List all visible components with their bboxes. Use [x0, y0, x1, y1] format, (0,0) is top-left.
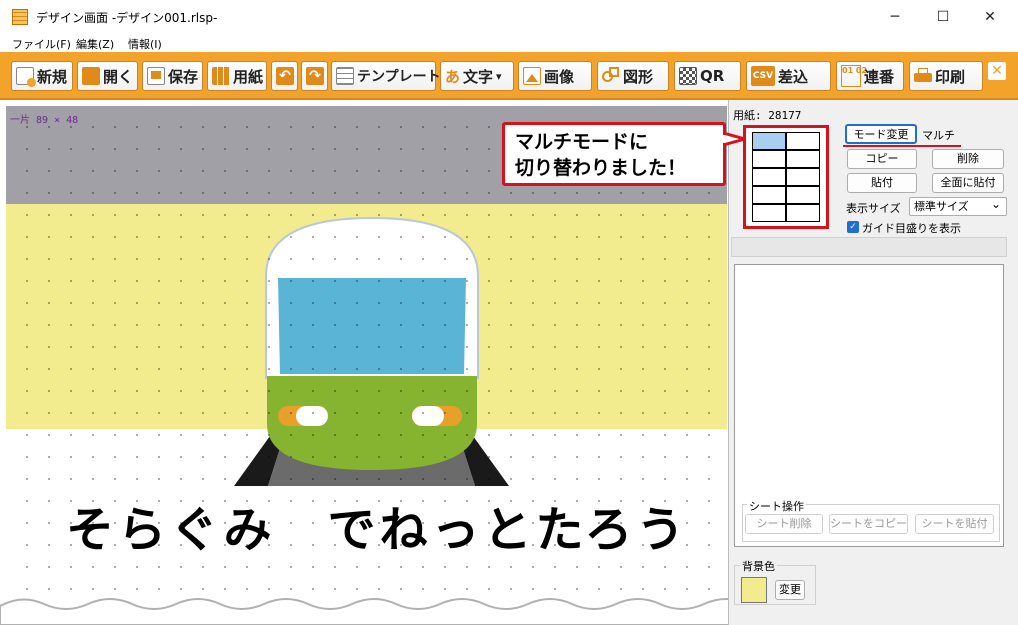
layout-cell[interactable] [752, 150, 786, 168]
copy-button[interactable]: コピー [847, 149, 917, 169]
redo-icon: ↷ [306, 67, 324, 85]
background-color-swatch[interactable] [741, 577, 767, 603]
layout-cell[interactable] [752, 186, 786, 204]
chevron-down-icon: ⌄ [990, 197, 1001, 211]
annotation-callout: マルチモードに 切り替わりました！ [502, 122, 726, 186]
layout-cell[interactable] [786, 150, 820, 168]
mode-highlight-underline [843, 145, 961, 147]
app-icon [12, 9, 28, 25]
paper-grid-icon [212, 67, 230, 85]
mode-change-button[interactable]: モード変更 [845, 124, 917, 144]
canvas-caption-text[interactable]: そらぐみ でねっとたろう [66, 490, 689, 560]
sheet-paste-button[interactable]: シートを貼付 [915, 514, 994, 534]
callout-pointer [723, 131, 745, 147]
display-size-select[interactable]: 標準サイズ ⌄ [909, 197, 1007, 216]
open-button[interactable]: 開く [77, 61, 138, 91]
undo-icon: ↶ [276, 67, 294, 85]
save-button[interactable]: 保存 [142, 61, 203, 91]
title-bar: デザイン画面 -デザイン001.rlsp- ─ ☐ ✕ [0, 0, 1018, 34]
display-size-value: 標準サイズ [914, 200, 969, 213]
shape-icon [602, 67, 620, 85]
sheet-delete-button[interactable]: シート削除 [745, 514, 823, 534]
layout-cell[interactable] [752, 204, 786, 222]
print-button-label: 印刷 [935, 67, 966, 86]
toolbar: 新規 開く 保存 用紙 ↶ ↷ テンプレート あ 文字 ▾ 画像 図形 QR C… [0, 52, 1018, 100]
image-icon [523, 67, 541, 85]
mode-value-label: マルチ [922, 129, 955, 142]
csv-icon: CSV [751, 66, 775, 86]
serial-number-icon: 01 02 [841, 65, 867, 87]
new-button[interactable]: 新規 [11, 61, 73, 91]
folder-icon [82, 67, 100, 85]
template-button[interactable]: テンプレート [331, 61, 441, 91]
save-icon [147, 67, 165, 85]
window-title: デザイン画面 -デザイン001.rlsp- [36, 11, 218, 25]
paste-button[interactable]: 貼付 [847, 173, 917, 193]
layout-cell[interactable] [786, 186, 820, 204]
close-toolbar-icon[interactable]: ✕ [988, 62, 1006, 80]
sheet-operations-title: シート操作 [747, 498, 806, 514]
close-window-button[interactable]: ✕ [975, 5, 1005, 29]
guide-checkbox[interactable]: ✓ [847, 221, 859, 233]
layout-cell[interactable] [786, 168, 820, 186]
qr-code-icon [679, 67, 697, 85]
menu-bar: ファイル(F) 編集(Z) 情報(I) [0, 34, 1018, 52]
printer-icon [914, 67, 932, 85]
minimize-button[interactable]: ─ [880, 5, 910, 29]
delete-button[interactable]: 削除 [932, 149, 1004, 169]
chevron-down-icon: ▾ [496, 69, 502, 83]
serial-number-button-label: 連番 [864, 67, 895, 86]
text-button-label: 文字 [463, 67, 494, 86]
paper-button[interactable]: 用紙 [207, 61, 267, 91]
redo-button[interactable]: ↷ [301, 61, 328, 91]
undo-button[interactable]: ↶ [271, 61, 298, 91]
panel-divider-bar [731, 237, 1007, 257]
callout-line-1: マルチモードに [515, 131, 649, 153]
template-icon [336, 67, 354, 85]
text-button[interactable]: あ 文字 ▾ [440, 61, 514, 91]
layout-cell[interactable] [752, 168, 786, 186]
image-button[interactable]: 画像 [518, 61, 592, 91]
background-color-title: 背景色 [740, 558, 777, 574]
new-document-icon [16, 67, 36, 87]
print-button[interactable]: 印刷 [909, 61, 983, 91]
layout-cell[interactable] [786, 132, 820, 150]
open-button-label: 開く [103, 67, 134, 86]
torn-edge-decoration [0, 598, 728, 625]
new-button-label: 新規 [37, 67, 68, 86]
qr-button-label: QR [700, 67, 725, 85]
qr-button[interactable]: QR [674, 61, 741, 91]
callout-line-2: 切り替わりました！ [515, 157, 687, 179]
guide-checkbox-label: ガイド目盛りを表示 [862, 222, 961, 235]
maximize-button[interactable]: ☐ [928, 5, 958, 29]
paste-all-button[interactable]: 全面に貼付 [932, 173, 1004, 193]
background-change-button[interactable]: 変更 [775, 580, 805, 600]
merge-button[interactable]: CSV 差込 [746, 61, 831, 91]
menu-info[interactable]: 情報(I) [128, 36, 162, 52]
save-button-label: 保存 [168, 67, 199, 86]
paper-id-label: 用紙: 28177 [733, 109, 802, 122]
layout-cell-selected[interactable] [752, 132, 786, 150]
layout-grid[interactable] [743, 125, 829, 229]
shape-button-label: 図形 [623, 67, 654, 86]
text-hiragana-icon: あ [445, 67, 461, 86]
sheet-copy-button[interactable]: シートをコピー [829, 514, 908, 534]
display-size-label: 表示サイズ [846, 202, 901, 215]
image-button-label: 画像 [544, 67, 575, 86]
template-button-label: テンプレート [357, 69, 441, 85]
menu-edit[interactable]: 編集(Z) [76, 36, 114, 52]
merge-button-label: 差込 [778, 67, 809, 86]
paper-button-label: 用紙 [233, 67, 264, 86]
layout-cell[interactable] [786, 204, 820, 222]
shape-button[interactable]: 図形 [597, 61, 669, 91]
coordinate-readout: 一片 89 × 48 [10, 115, 79, 126]
menu-file[interactable]: ファイル(F) [12, 36, 71, 52]
serial-number-button[interactable]: 01 02 連番 [836, 61, 904, 91]
